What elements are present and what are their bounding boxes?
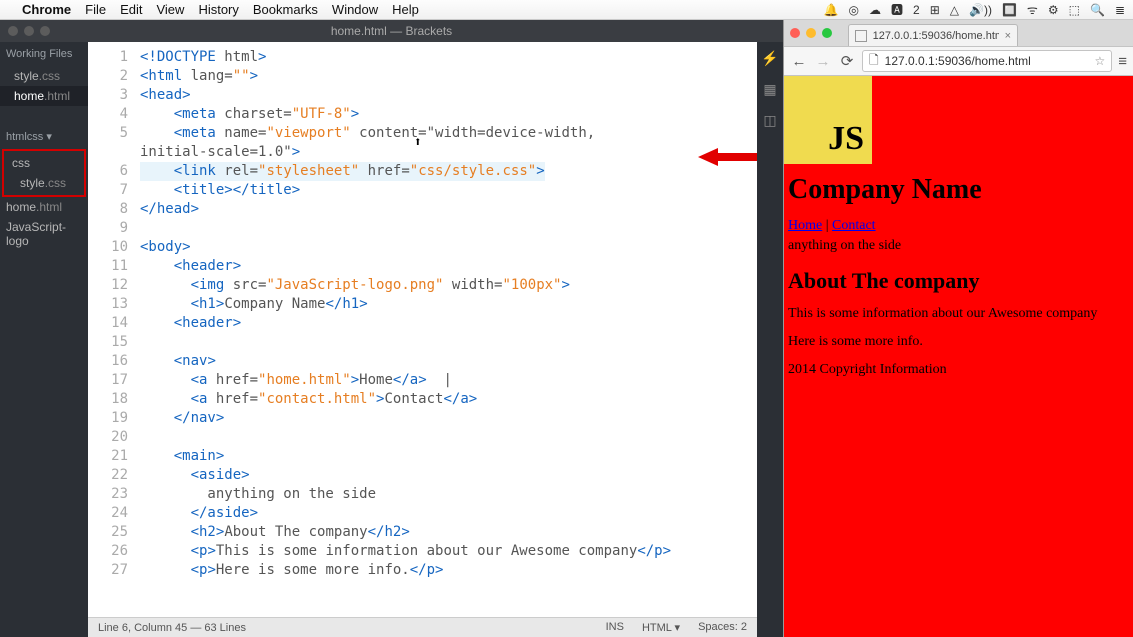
file-ext: .css [45,176,66,190]
file-ext: .css [39,69,60,83]
editor-statusbar: Line 6, Column 45 — 63 Lines INS HTML ▾ … [88,617,757,637]
js-logo: JS [784,76,872,164]
mac-menubar: Chrome File Edit View History Bookmarks … [0,0,1133,20]
status-ins[interactable]: INS [606,621,624,634]
project-file-jslogo[interactable]: JavaScript-logo [0,217,88,251]
window-title: home.html — Brackets [331,24,452,38]
page-footer: 2014 Copyright Information [788,362,1129,378]
status-icon[interactable]: 🔲 [1002,3,1017,17]
mouse-cursor-icon: ⬆ [414,133,422,152]
status-language[interactable]: HTML ▾ [642,621,680,634]
menu-history[interactable]: History [198,2,238,17]
folder-css[interactable]: css [6,153,82,173]
status-icon[interactable]: ◎ [849,3,859,17]
project-label[interactable]: htmlcss ▾ [0,124,88,149]
forward-button[interactable]: → [814,53,832,70]
file-ext: .html [44,89,70,103]
chrome-toolbar: ← → ⟳ 🗋 127.0.0.1:59036/home.html ☆ ≡ [784,46,1133,76]
file-name: JavaScript-logo [6,220,66,248]
chrome-window: 127.0.0.1:59036/home.htm × ← → ⟳ 🗋 127.0… [783,20,1133,637]
live-preview-icon[interactable]: ⚡ [761,50,778,67]
project-file-home[interactable]: home.html [0,197,88,217]
menu-view[interactable]: View [156,2,184,17]
line-gutter: 12345 6789101112131415161718192021222324… [88,42,136,617]
status-icon[interactable]: 🔔 [824,3,839,17]
annotation-arrow-icon [698,146,757,168]
extensions-icon[interactable]: ▦ [763,81,776,98]
window-minimize-icon[interactable] [806,28,816,38]
nav-link-home[interactable]: Home [788,218,822,233]
window-zoom-icon[interactable] [40,26,50,36]
status-icon[interactable]: ☁ [869,3,881,17]
menu-app[interactable]: Chrome [22,2,71,17]
menu-window[interactable]: Window [332,2,378,17]
status-icon[interactable]: ᯤ [1027,1,1038,18]
spotlight-icon[interactable]: 🔍 [1090,3,1105,17]
status-cursor-pos: Line 6, Column 45 — 63 Lines [98,622,246,634]
nav-link-contact[interactable]: Contact [832,218,876,233]
tab-close-icon[interactable]: × [1005,30,1011,42]
chrome-menu-icon[interactable]: ≡ [1118,53,1127,70]
page-viewport: JS Company Name Home | Contact anything … [784,76,1133,637]
brackets-window: home.html — Brackets Working Files style… [0,20,783,637]
annotation-red-box: css style.css [2,149,86,197]
working-files-label: Working Files [0,42,88,66]
nav-separator: | [822,218,832,233]
page-heading: Company Name [788,174,1129,206]
page-aside: anything on the side [788,238,1129,254]
chrome-tabstrip: 127.0.0.1:59036/home.htm × [784,20,1133,46]
page-paragraph: Here is some more info. [788,334,1129,350]
split-icon[interactable]: ◫ [763,112,776,129]
page-icon: 🗋 [869,51,879,72]
status-spaces[interactable]: Spaces: 2 [698,621,747,634]
status-icon[interactable]: ⊞ [930,3,940,17]
status-icon[interactable]: 2 [913,3,920,17]
page-nav: Home | Contact [788,218,1129,234]
logo-text: JS [828,120,864,158]
window-close-icon[interactable] [8,26,18,36]
working-file-home[interactable]: home.html [0,86,88,106]
favicon-icon [855,30,867,42]
status-icon[interactable]: ⬚ [1069,3,1080,17]
url-text: 127.0.0.1:59036/home.html [885,54,1031,68]
notifications-icon[interactable]: ≣ [1115,3,1125,17]
window-minimize-icon[interactable] [24,26,34,36]
brackets-right-toolbar: ⚡ ▦ ◫ [757,42,783,637]
menu-bookmarks[interactable]: Bookmarks [253,2,318,17]
file-ext: .html [36,200,62,214]
file-name: style [20,176,45,190]
bookmark-star-icon[interactable]: ☆ [1094,54,1105,68]
page-subheading: About The company [788,268,1129,294]
brackets-titlebar[interactable]: home.html — Brackets [0,20,783,42]
code-content[interactable]: <!DOCTYPE html><html lang=""><head> <met… [136,42,757,617]
page-paragraph: This is some information about our Aweso… [788,306,1129,322]
project-file-style[interactable]: style.css [6,173,82,193]
file-name: home [14,89,44,103]
menu-edit[interactable]: Edit [120,2,142,17]
status-icon[interactable]: ⚙ [1048,3,1059,17]
menubar-status-icons: 🔔 ◎ ☁ 🅰 2 ⊞ △ 🔊)) 🔲 ᯤ ⚙ ⬚ 🔍 ≣ [824,1,1125,18]
window-close-icon[interactable] [790,28,800,38]
window-zoom-icon[interactable] [822,28,832,38]
browser-tab[interactable]: 127.0.0.1:59036/home.htm × [848,24,1018,46]
brackets-sidebar: Working Files style.css home.html htmlcs… [0,42,88,637]
code-editor[interactable]: 12345 6789101112131415161718192021222324… [88,42,757,617]
menu-help[interactable]: Help [392,2,419,17]
working-file-style[interactable]: style.css [0,66,88,86]
file-name: style [14,69,39,83]
back-button[interactable]: ← [790,53,808,70]
status-icon[interactable]: △ [950,3,959,17]
status-icon[interactable]: 🅰 [891,1,903,18]
menu-file[interactable]: File [85,2,106,17]
editor-column: 12345 6789101112131415161718192021222324… [88,42,757,637]
address-bar[interactable]: 🗋 127.0.0.1:59036/home.html ☆ [862,50,1112,72]
status-icon[interactable]: 🔊)) [969,3,992,17]
file-name: home [6,200,36,214]
tab-title: 127.0.0.1:59036/home.htm [873,30,999,42]
reload-button[interactable]: ⟳ [838,52,856,70]
